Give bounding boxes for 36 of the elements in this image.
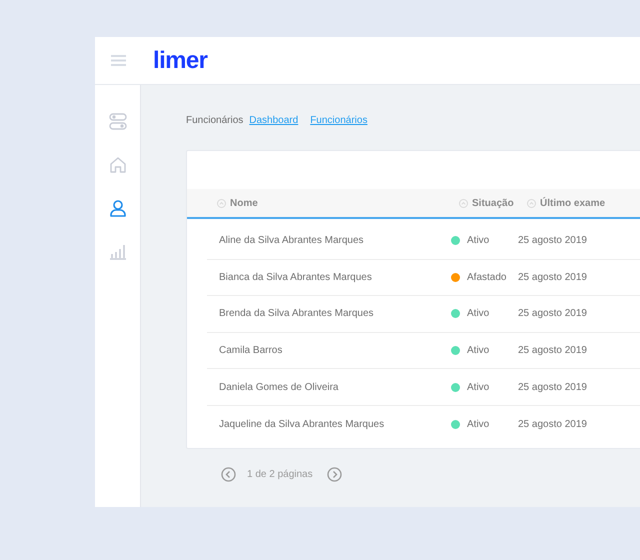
employee-name: Brenda da Silva Abrantes Marques — [218, 307, 375, 322]
toggle-icon[interactable] — [108, 113, 126, 131]
user-icon[interactable] — [108, 199, 126, 217]
exam-date: 25 agosto 2019 — [518, 307, 587, 322]
status-text: Ativo — [467, 307, 490, 322]
status-text: Ativo — [467, 344, 490, 358]
breadcrumb-link[interactable]: Dashboard — [249, 112, 298, 128]
logo: limer — [153, 48, 208, 72]
status-text: Ativo — [467, 418, 490, 432]
exam-date: 25 agosto 2019 — [518, 344, 587, 358]
column-header[interactable]: Último exame — [540, 196, 606, 210]
breadcrumb-link[interactable]: Funcionários — [310, 112, 368, 128]
status-text: Ativo — [467, 234, 490, 248]
employee-name: Daniela Gomes de Oliveira — [218, 380, 340, 395]
menu-icon[interactable] — [110, 55, 126, 66]
exam-date: 25 agosto 2019 — [518, 380, 587, 395]
sort-icon[interactable] — [527, 198, 536, 208]
employee-name: Camila Barros — [218, 344, 284, 358]
exam-date: 25 agosto 2019 — [518, 270, 587, 285]
page-title: Funcionários — [186, 114, 244, 128]
employee-name: Aline da Silva Abrantes Marques — [218, 234, 365, 248]
employee-name: Jaqueline da Silva Abrantes Marques — [218, 418, 386, 432]
sort-icon[interactable] — [217, 198, 226, 208]
home-icon[interactable] — [108, 156, 126, 174]
status-text: Afastado — [467, 270, 508, 285]
column-header[interactable]: Nome — [230, 196, 258, 210]
exam-date: 25 agosto 2019 — [518, 234, 587, 248]
employee-name: Bianca da Silva Abrantes Marques — [218, 270, 373, 285]
exam-date: 25 agosto 2019 — [518, 418, 587, 432]
bar-chart-icon[interactable] — [108, 242, 126, 260]
column-header[interactable]: Situação — [472, 196, 514, 210]
previous-page-icon[interactable] — [221, 467, 236, 482]
sort-icon[interactable] — [459, 198, 468, 208]
next-page-icon[interactable] — [326, 467, 342, 482]
status-text: Ativo — [467, 380, 490, 395]
pagination-label: 1 de 2 páginas — [247, 468, 313, 482]
